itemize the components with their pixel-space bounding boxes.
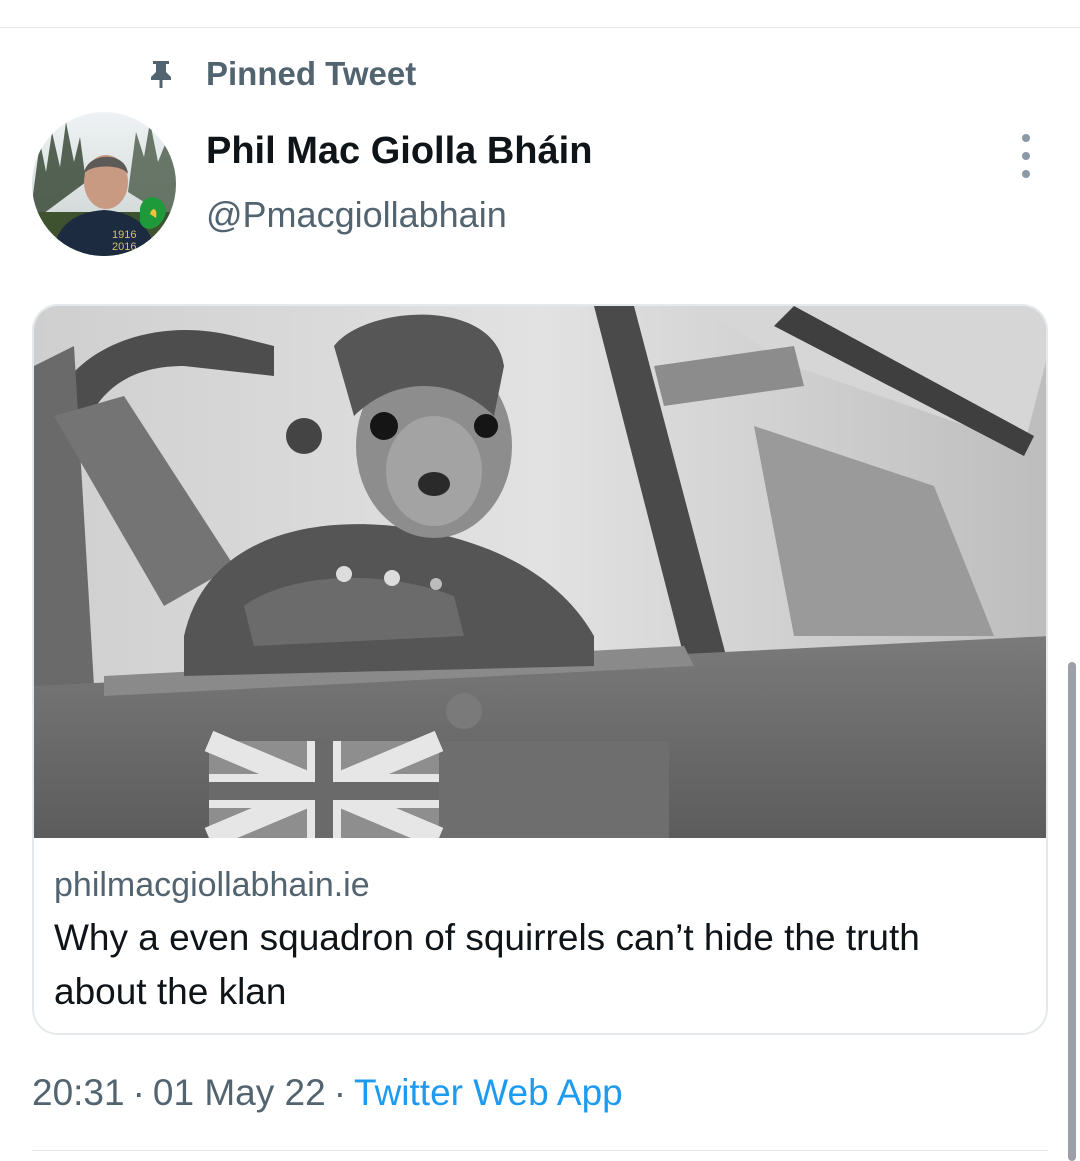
meta-separator: · bbox=[132, 1072, 145, 1113]
avatar-year-bottom: 2016 bbox=[112, 241, 136, 253]
pinned-label: Pinned Tweet bbox=[206, 55, 417, 92]
card-text[interactable]: philmacgiollabhain.ie Why a even squadro… bbox=[54, 861, 1014, 1019]
avatar[interactable]: 1916 2016 bbox=[32, 112, 176, 256]
top-divider bbox=[0, 27, 1080, 28]
pinned-tweet-indicator: Pinned Tweet bbox=[148, 54, 416, 94]
tweet-source-link[interactable]: Twitter Web App bbox=[354, 1072, 623, 1113]
display-name[interactable]: Phil Mac Giolla Bháin bbox=[206, 130, 592, 173]
card-domain: philmacgiollabhain.ie bbox=[54, 866, 370, 904]
tweet-time[interactable]: 20:31 bbox=[32, 1072, 125, 1113]
more-options-icon[interactable] bbox=[1008, 134, 1044, 178]
card-title: Why a even squadron of squirrels can’t h… bbox=[54, 917, 920, 1012]
tweet-date[interactable]: 01 May 22 bbox=[153, 1072, 326, 1113]
tweet-meta: 20:31 · 01 May 22 · Twitter Web App bbox=[32, 1072, 623, 1114]
user-handle[interactable]: @Pmacgiollabhain bbox=[206, 194, 507, 236]
scrollbar[interactable] bbox=[1068, 662, 1076, 1161]
link-card[interactable]: philmacgiollabhain.ie Why a even squadro… bbox=[32, 304, 1048, 1035]
pin-icon bbox=[151, 61, 171, 88]
bottom-divider bbox=[32, 1150, 1048, 1151]
avatar-year-top: 1916 bbox=[112, 229, 136, 241]
card-image[interactable] bbox=[34, 306, 1048, 838]
meta-separator: · bbox=[333, 1072, 347, 1113]
